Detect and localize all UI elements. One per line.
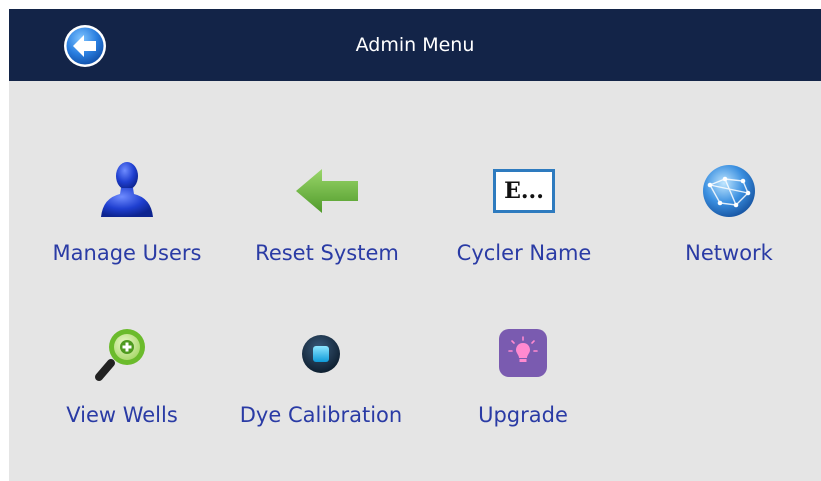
green-left-arrow-icon	[296, 169, 358, 213]
globe-network-icon	[703, 165, 755, 217]
text-field-icon: E...	[493, 169, 555, 213]
upgrade-label: Upgrade	[478, 403, 568, 427]
dye-calibration-label: Dye Calibration	[239, 403, 403, 427]
manage-users-label: Manage Users	[52, 241, 202, 265]
reset-system-label: Reset System	[255, 241, 399, 265]
upgrade-button[interactable]: Upgrade	[433, 323, 613, 433]
page-title: Admin Menu	[355, 34, 475, 56]
view-wells-label: View Wells	[66, 403, 178, 427]
back-arrow-icon	[64, 25, 106, 67]
lightbulb-icon	[499, 329, 547, 377]
back-button[interactable]	[63, 24, 107, 68]
manage-users-button[interactable]: Manage Users	[37, 159, 217, 269]
cycler-name-button[interactable]: E... Cycler Name	[434, 159, 614, 269]
view-wells-button[interactable]: View Wells	[32, 323, 212, 433]
network-label: Network	[685, 241, 773, 265]
magnifier-plus-icon	[95, 329, 145, 381]
user-icon	[101, 162, 153, 217]
stop-circle-icon	[302, 335, 340, 373]
cycler-name-label: Cycler Name	[456, 241, 592, 265]
header-bar: Admin Menu	[9, 9, 821, 81]
network-button[interactable]: Network	[639, 159, 819, 269]
dye-calibration-button[interactable]: Dye Calibration	[231, 323, 411, 433]
admin-menu-screen: Admin Menu Manage Users Reset System E..…	[9, 9, 821, 481]
reset-system-button[interactable]: Reset System	[237, 159, 417, 269]
